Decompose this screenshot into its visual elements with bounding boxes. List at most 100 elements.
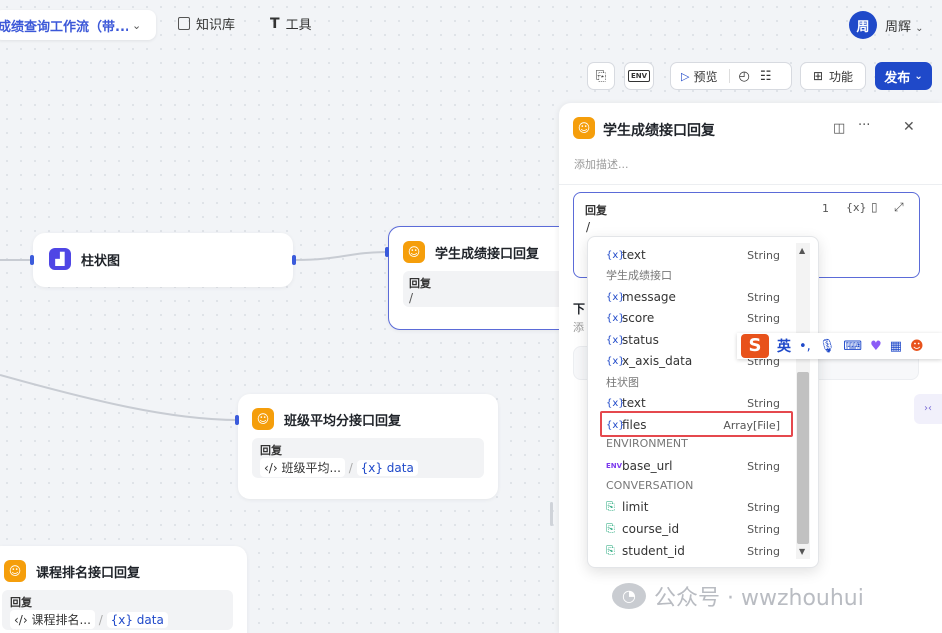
node-ref-name: 课程排名... xyxy=(31,613,91,627)
scroll-down-icon[interactable]: ▼ xyxy=(799,547,805,556)
publish-button[interactable]: 发布 ⌄ xyxy=(875,62,932,90)
reply-icon: ☺ xyxy=(252,408,274,430)
keyboard-icon[interactable]: ⌨ xyxy=(843,339,862,354)
variable-name: course_id xyxy=(622,522,680,536)
checklist-icon[interactable]: ☷ xyxy=(760,69,772,84)
node-course-rank-reply[interactable]: ☺ 课程排名接口回复 回复 ‹/› 课程排名... / {x} data xyxy=(0,546,247,633)
preview-button[interactable]: 预览 xyxy=(693,68,717,85)
workflow-title-dropdown[interactable]: 成绩查询工作流（带... ⌄ xyxy=(0,10,156,40)
ime-logo[interactable]: S xyxy=(741,334,769,358)
watermark-text: 公众号 · wwzhouhui xyxy=(654,586,864,611)
separator: / xyxy=(348,461,353,475)
features-label: 功能 xyxy=(829,69,854,84)
variable-option[interactable]: {x} score String xyxy=(588,308,798,328)
publish-label: 发布 xyxy=(884,70,911,86)
env-icon: ENV xyxy=(606,462,623,470)
selection-highlight xyxy=(600,411,793,437)
chevron-down-icon: ⌄ xyxy=(132,18,142,32)
toolbox-icon[interactable]: ▦ xyxy=(890,339,902,354)
variable-option[interactable]: {x} text String xyxy=(588,245,798,265)
resize-handle[interactable] xyxy=(550,502,553,526)
reply-icon: ☺ xyxy=(573,117,595,139)
variable-icon: {x} xyxy=(606,397,625,409)
reply-icon: ☺ xyxy=(403,241,425,263)
side-tab-icon[interactable]: ›‹ xyxy=(914,394,942,424)
variable-type: String xyxy=(747,500,780,514)
group-label: 柱状图 xyxy=(606,376,639,389)
node-score-reply[interactable]: ☺ 学生成绩接口回复 回复 / xyxy=(388,226,559,330)
variable-option[interactable]: ⎘ course_id String xyxy=(588,519,798,539)
scrollbar-thumb[interactable] xyxy=(797,372,809,544)
char-counter: 1 xyxy=(822,202,829,215)
nav-tools-label: 工具 xyxy=(285,18,312,33)
variable-type: String xyxy=(747,544,780,558)
conversation-vars-button[interactable]: ⎘ xyxy=(587,62,615,90)
run-history-icon[interactable]: ◴ xyxy=(738,69,749,84)
nav-knowledge-base[interactable]: 知识库 xyxy=(178,14,235,33)
features-button[interactable]: ⊞ 功能 xyxy=(800,62,866,90)
microphone-icon[interactable]: 🎙 xyxy=(819,339,836,354)
reply-label: 回复 xyxy=(10,596,32,609)
variable-option[interactable]: {x} text String xyxy=(588,393,798,413)
node-class-avg-reply[interactable]: ☺ 班级平均分接口回复 回复 ‹/› 班级平均... / {x} data xyxy=(238,394,498,499)
ime-mode-toggle[interactable]: 英 xyxy=(777,336,791,356)
input-handle[interactable] xyxy=(235,415,239,425)
reply-value: / xyxy=(409,291,414,305)
variable-type: String xyxy=(747,396,780,410)
variable-name: student_id xyxy=(622,544,685,558)
clipboard-icon[interactable]: ▯ xyxy=(871,200,878,214)
input-handle[interactable] xyxy=(30,255,34,265)
book-icon xyxy=(178,17,190,30)
expand-icon[interactable]: ⤢ xyxy=(894,200,904,215)
nav-tools[interactable]: T 工具 xyxy=(270,14,312,34)
variable-type: String xyxy=(747,290,780,304)
variable-icon: {x} xyxy=(606,291,625,303)
code-icon: ‹/› xyxy=(264,461,278,475)
book-open-icon[interactable]: ◫ xyxy=(833,121,845,136)
divider xyxy=(729,69,731,83)
node-title: 班级平均分接口回复 xyxy=(284,413,402,429)
input-handle[interactable] xyxy=(385,247,389,257)
variable-option[interactable]: ENV base_url String xyxy=(588,456,798,476)
variable-option[interactable]: ⎘ limit String xyxy=(588,497,798,517)
workflow-title: 成绩查询工作流（带... xyxy=(0,19,128,35)
user-menu[interactable]: 周辉 ⌄ xyxy=(885,16,924,35)
next-step-label: 下 xyxy=(573,302,586,316)
variable-name: score xyxy=(622,311,655,325)
scroll-up-icon[interactable]: ▲ xyxy=(799,246,805,255)
variable-type: String xyxy=(747,311,780,325)
preview-group: ▷ 预览 ◴ ☷ xyxy=(670,62,792,90)
panel-title[interactable]: 学生成绩接口回复 xyxy=(603,120,715,140)
ime-punctuation[interactable]: •, xyxy=(799,339,811,354)
description-input[interactable]: 添加描述... xyxy=(574,156,629,172)
env-vars-button[interactable]: ENV xyxy=(624,62,654,90)
skin-icon[interactable]: ♥ xyxy=(870,339,882,354)
code-icon: ‹/› xyxy=(14,613,28,627)
avatar[interactable]: 周 xyxy=(849,11,877,39)
node-title: 课程排名接口回复 xyxy=(36,565,141,581)
reply-label: 回复 xyxy=(409,277,431,290)
node-ref-chip: ‹/› 课程排名... xyxy=(10,610,95,629)
watermark: ◔ 公众号 · wwzhouhui xyxy=(612,580,864,612)
ime-toolbar: S 英 •, 🎙 ⌨ ♥ ▦ ☻ xyxy=(737,333,942,359)
variable-option[interactable]: ⎘ student_id String xyxy=(588,541,798,561)
variable-type: String xyxy=(747,459,780,473)
group-label: ENVIRONMENT xyxy=(606,437,688,450)
user-name: 周辉 xyxy=(885,20,912,35)
group-label: CONVERSATION xyxy=(606,479,694,492)
close-icon[interactable]: ✕ xyxy=(903,119,915,135)
play-icon[interactable]: ▷ xyxy=(681,70,689,83)
variable-chip: {x} data xyxy=(356,460,418,476)
group-label: 学生成绩接口 xyxy=(606,269,672,282)
wechat-icon: ◔ xyxy=(612,583,646,609)
output-handle[interactable] xyxy=(292,255,296,265)
variable-option[interactable]: {x} message String xyxy=(588,287,798,307)
node-bar-chart[interactable]: ▟ 柱状图 xyxy=(33,233,293,287)
variable-name: status xyxy=(622,333,659,347)
insert-variable-icon[interactable]: {x} xyxy=(846,201,867,214)
conversation-variable-icon: ⎘ xyxy=(606,522,615,535)
more-icon[interactable]: ··· xyxy=(858,118,870,133)
mascot-icon[interactable]: ☻ xyxy=(910,339,924,354)
variable-name: limit xyxy=(622,500,649,514)
reply-input-text[interactable]: / xyxy=(586,220,590,234)
